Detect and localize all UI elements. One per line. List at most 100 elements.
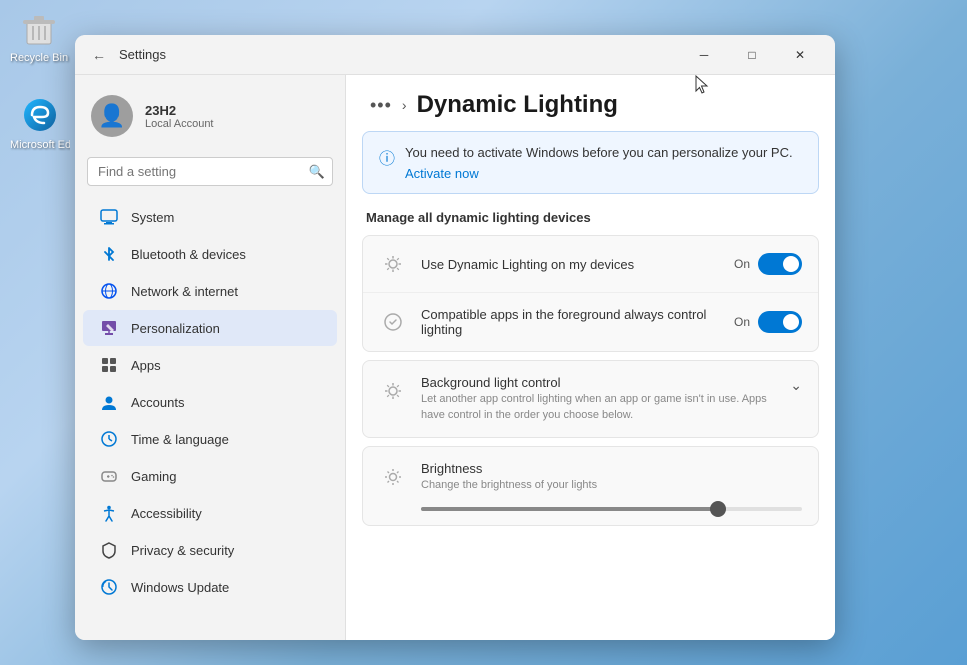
edge-label: Microsoft Edge xyxy=(10,139,70,151)
background-light-text: Background light control Let another app… xyxy=(421,375,776,423)
sidebar-label-windows-update: Windows Update xyxy=(131,580,229,595)
sidebar-item-personalization[interactable]: Personalization xyxy=(83,310,337,346)
main-panel: ••• › Dynamic Lighting ⓘ You need to act… xyxy=(345,75,835,640)
use-dynamic-lighting-toggle[interactable] xyxy=(758,253,802,275)
brightness-slider-container xyxy=(363,507,818,525)
compatible-apps-row: Compatible apps in the foreground always… xyxy=(363,293,818,351)
compatible-apps-toggle[interactable] xyxy=(758,311,802,333)
background-light-desc: Let another app control lighting when an… xyxy=(421,392,776,423)
compatible-apps-icon xyxy=(379,308,407,336)
minimize-button[interactable]: ─ xyxy=(681,40,727,70)
compatible-apps-control: On xyxy=(734,311,802,333)
user-profile[interactable]: 👤 23H2 Local Account xyxy=(75,87,345,153)
breadcrumb-dots[interactable]: ••• xyxy=(370,95,392,116)
edge-image xyxy=(20,95,60,135)
recycle-bin-icon[interactable]: Recycle Bin xyxy=(10,8,68,64)
accounts-icon xyxy=(99,392,119,412)
section-header: Manage all dynamic lighting devices xyxy=(362,210,819,225)
user-type: Local Account xyxy=(145,118,214,130)
compatible-apps-title: Compatible apps in the foreground always… xyxy=(421,307,720,337)
compatible-apps-label: On xyxy=(734,315,750,329)
sidebar-label-apps: Apps xyxy=(131,358,161,373)
apps-icon xyxy=(99,355,119,375)
brightness-icon xyxy=(379,463,407,491)
use-dynamic-lighting-row: Use Dynamic Lighting on my devices On xyxy=(363,236,818,293)
avatar: 👤 xyxy=(91,95,133,137)
breadcrumb-arrow: › xyxy=(402,97,407,113)
back-button[interactable]: ← xyxy=(87,43,111,67)
sidebar-item-gaming[interactable]: Gaming xyxy=(83,458,337,494)
background-light-title: Background light control xyxy=(421,375,776,390)
sidebar-item-privacy[interactable]: Privacy & security xyxy=(83,532,337,568)
brightness-title: Brightness xyxy=(421,461,802,476)
activate-now-link[interactable]: Activate now xyxy=(405,166,793,181)
activation-text-block: You need to activate Windows before you … xyxy=(405,144,793,181)
activation-banner: ⓘ You need to activate Windows before yo… xyxy=(362,131,819,194)
brightness-text: Brightness Change the brightness of your… xyxy=(421,461,802,493)
background-light-card: Background light control Let another app… xyxy=(362,360,819,438)
content-area: 👤 23H2 Local Account 🔍 System xyxy=(75,75,835,640)
sidebar-label-network: Network & internet xyxy=(131,284,238,299)
search-box: 🔍 xyxy=(87,157,333,186)
brightness-desc: Change the brightness of your lights xyxy=(421,478,802,493)
windows-update-icon xyxy=(99,577,119,597)
user-info: 23H2 Local Account xyxy=(145,103,214,130)
search-icon: 🔍 xyxy=(309,164,325,180)
bluetooth-icon xyxy=(99,244,119,264)
maximize-button[interactable]: □ xyxy=(729,40,775,70)
background-light-dropdown-arrow[interactable]: ⌄ xyxy=(790,377,802,394)
sidebar-label-gaming: Gaming xyxy=(131,469,177,484)
sidebar-item-apps[interactable]: Apps xyxy=(83,347,337,383)
brightness-slider-track xyxy=(421,507,802,511)
network-icon xyxy=(99,281,119,301)
use-dynamic-lighting-text: Use Dynamic Lighting on my devices xyxy=(421,257,720,272)
brightness-row: Brightness Change the brightness of your… xyxy=(363,447,818,507)
brightness-slider-thumb[interactable] xyxy=(710,501,726,517)
page-title: Dynamic Lighting xyxy=(417,91,618,119)
privacy-icon xyxy=(99,540,119,560)
settings-window: ← Settings ─ □ ✕ 👤 23H2 Local Account xyxy=(75,35,835,640)
main-content: ⓘ You need to activate Windows before yo… xyxy=(346,131,835,640)
sidebar-label-accounts: Accounts xyxy=(131,395,184,410)
nav-list: System Bluetooth & devices Network & int… xyxy=(75,198,345,606)
sidebar-label-privacy: Privacy & security xyxy=(131,543,234,558)
system-icon xyxy=(99,207,119,227)
brightness-card: Brightness Change the brightness of your… xyxy=(362,446,819,526)
compatible-apps-text: Compatible apps in the foreground always… xyxy=(421,307,720,337)
sidebar-label-bluetooth: Bluetooth & devices xyxy=(131,247,246,262)
search-input[interactable] xyxy=(87,157,333,186)
sidebar-item-windows-update[interactable]: Windows Update xyxy=(83,569,337,605)
activation-message: You need to activate Windows before you … xyxy=(405,145,793,160)
time-icon xyxy=(99,429,119,449)
background-light-icon xyxy=(379,377,407,405)
close-button[interactable]: ✕ xyxy=(777,40,823,70)
use-dynamic-lighting-control: On xyxy=(734,253,802,275)
gaming-icon xyxy=(99,466,119,486)
recycle-bin-label: Recycle Bin xyxy=(10,52,68,64)
sidebar-item-bluetooth[interactable]: Bluetooth & devices xyxy=(83,236,337,272)
sidebar-label-system: System xyxy=(131,210,174,225)
use-dynamic-lighting-title: Use Dynamic Lighting on my devices xyxy=(421,257,720,272)
sidebar-item-accessibility[interactable]: Accessibility xyxy=(83,495,337,531)
lighting-toggle-card: Use Dynamic Lighting on my devices On xyxy=(362,235,819,352)
sidebar-item-accounts[interactable]: Accounts xyxy=(83,384,337,420)
main-header: ••• › Dynamic Lighting xyxy=(346,75,835,131)
sidebar-label-accessibility: Accessibility xyxy=(131,506,202,521)
recycle-bin-image xyxy=(19,8,59,48)
sidebar: 👤 23H2 Local Account 🔍 System xyxy=(75,75,345,640)
brightness-slider-fill xyxy=(421,507,726,511)
window-title: Settings xyxy=(119,47,681,62)
edge-icon[interactable]: Microsoft Edge xyxy=(10,95,70,151)
sidebar-label-personalization: Personalization xyxy=(131,321,220,336)
sidebar-item-time[interactable]: Time & language xyxy=(83,421,337,457)
lighting-icon xyxy=(379,250,407,278)
personalization-icon xyxy=(99,318,119,338)
sidebar-item-system[interactable]: System xyxy=(83,199,337,235)
title-bar: ← Settings ─ □ ✕ xyxy=(75,35,835,75)
window-controls: ─ □ ✕ xyxy=(681,40,823,70)
background-light-row: Background light control Let another app… xyxy=(363,361,818,437)
info-icon: ⓘ xyxy=(379,145,395,169)
use-dynamic-lighting-label: On xyxy=(734,257,750,271)
accessibility-icon xyxy=(99,503,119,523)
sidebar-item-network[interactable]: Network & internet xyxy=(83,273,337,309)
